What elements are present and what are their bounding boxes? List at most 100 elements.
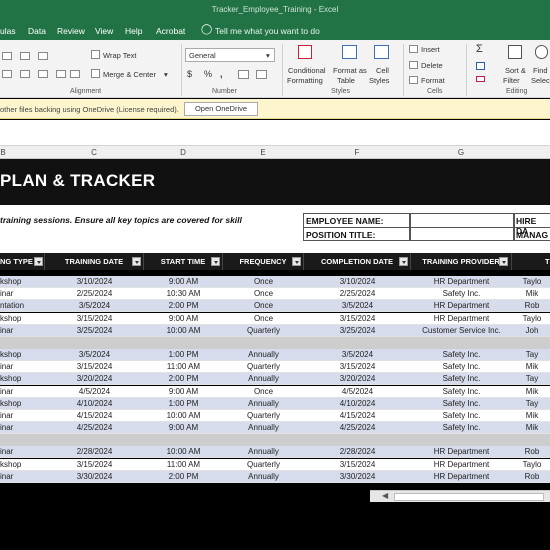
cell-start-time[interactable]: 10:00 AM — [144, 410, 223, 422]
cell-styles-button[interactable]: Cell — [376, 66, 389, 75]
wrap-text-button[interactable]: Wrap Text — [103, 51, 137, 60]
cell-training-type[interactable]: inar — [0, 361, 45, 373]
table-row[interactable]: kshop 4/10/2024 1:00 PM Annually 4/10/2024 Sa… — [0, 397, 550, 410]
cell-training-provider[interactable]: Safety Inc. — [411, 361, 512, 373]
autosum-icon[interactable]: Σ — [476, 43, 483, 55]
cell-frequency[interactable]: Quarterly — [223, 361, 304, 373]
align-right-icon[interactable] — [38, 70, 48, 78]
cell-trainer[interactable]: Rob — [512, 471, 550, 483]
cell-training-provider[interactable]: HR Department — [411, 446, 512, 458]
fill-icon[interactable] — [476, 62, 485, 70]
column-header-f[interactable]: F — [304, 148, 410, 157]
header-training-date[interactable]: TRAINING DATE — [45, 253, 144, 270]
cell-training-provider[interactable]: Safety Inc. — [411, 422, 512, 434]
filter-dropdown-icon[interactable] — [132, 257, 141, 266]
filter-dropdown-icon[interactable] — [211, 257, 220, 266]
formula-bar[interactable] — [0, 120, 550, 146]
format-as-table-button[interactable]: Format as — [333, 66, 367, 75]
cell-trainer[interactable]: Tay — [512, 349, 550, 361]
clear-icon[interactable] — [476, 76, 485, 82]
column-header-e[interactable]: E — [223, 148, 303, 157]
cell-start-time[interactable]: 11:00 AM — [144, 459, 223, 471]
cell-completion-date[interactable]: 4/25/2024 — [304, 422, 411, 434]
cell-training-type[interactable]: inar — [0, 410, 45, 422]
cell-training-date[interactable]: 3/20/2024 — [45, 373, 144, 385]
cell-trainer[interactable]: Taylo — [512, 276, 550, 288]
table-row[interactable]: kshop 3/20/2024 2:00 PM Annually 3/20/2024 Sa… — [0, 373, 550, 386]
tell-me-search[interactable]: Tell me what you want to do — [215, 26, 320, 36]
orientation-icon[interactable] — [38, 52, 48, 60]
cell-training-provider[interactable]: HR Department — [411, 459, 512, 471]
filter-dropdown-icon[interactable] — [292, 257, 301, 266]
cell-training-date[interactable]: 3/5/2024 — [45, 300, 144, 312]
align-center-icon[interactable] — [20, 70, 30, 78]
cell-completion-date[interactable]: 3/5/2024 — [304, 349, 411, 361]
align-left-icon[interactable] — [2, 70, 12, 78]
instructions-text[interactable]: training sessions. Ensure all key topics… — [0, 215, 242, 225]
table-row[interactable]: inar 2/25/2024 10:30 AM Once 2/25/2024 Safety… — [0, 288, 550, 301]
horizontal-scrollbar[interactable]: ◀ — [370, 490, 550, 502]
cell-frequency[interactable]: Once — [223, 313, 304, 325]
cell-training-date[interactable]: 2/28/2024 — [45, 446, 144, 458]
cell-frequency[interactable]: Once — [223, 276, 304, 288]
cell-training-date[interactable]: 4/10/2024 — [45, 398, 144, 410]
cell-trainer[interactable]: Mik — [512, 422, 550, 434]
tab-review[interactable]: Review — [57, 26, 85, 36]
cell-completion-date[interactable]: 2/25/2024 — [304, 288, 411, 300]
cell-training-date[interactable]: 4/15/2024 — [45, 410, 144, 422]
cell-trainer[interactable]: Taylo — [512, 459, 550, 471]
cell-completion-date[interactable]: 3/5/2024 — [304, 300, 411, 312]
decrease-indent-icon[interactable] — [56, 70, 66, 78]
table-row[interactable]: ntation 3/5/2024 2:00 PM Once 3/5/2024 HR Dep… — [0, 300, 550, 313]
cell-start-time[interactable]: 11:00 AM — [144, 361, 223, 373]
cell-training-type[interactable]: kshop — [0, 313, 45, 325]
header-trainer[interactable]: TR — [512, 253, 550, 270]
cell-trainer[interactable]: Mik — [512, 361, 550, 373]
cell-training-provider[interactable]: HR Department — [411, 276, 512, 288]
column-header-c[interactable]: C — [45, 148, 143, 157]
cell-frequency[interactable]: Once — [223, 386, 304, 398]
tab-acrobat[interactable]: Acrobat — [156, 26, 185, 36]
cell-start-time[interactable]: 10:00 AM — [144, 325, 223, 337]
table-row[interactable]: inar 4/15/2024 10:00 AM Quarterly 4/15/2024 S… — [0, 410, 550, 422]
table-row[interactable]: inar 3/30/2024 2:00 PM Annually 3/30/2024 HR … — [0, 470, 550, 483]
format-button[interactable]: Format — [421, 76, 445, 85]
sort-filter-button[interactable]: Sort & — [505, 66, 526, 75]
table-row[interactable]: inar 4/5/2024 9:00 AM Once 4/5/2024 Safety In… — [0, 385, 550, 398]
cell-completion-date[interactable]: 4/5/2024 — [304, 386, 411, 398]
cell-training-type[interactable]: kshop — [0, 373, 45, 385]
tab-help[interactable]: Help — [125, 26, 142, 36]
sheet-title[interactable]: PLAN & TRACKER — [0, 171, 155, 191]
cell-completion-date[interactable]: 4/15/2024 — [304, 410, 411, 422]
cell-trainer[interactable]: Taylo — [512, 313, 550, 325]
cell-start-time[interactable]: 10:30 AM — [144, 288, 223, 300]
cell-completion-date[interactable]: 3/10/2024 — [304, 276, 411, 288]
cell-trainer[interactable]: Tay — [512, 398, 550, 410]
cell-start-time[interactable]: 9:00 AM — [144, 276, 223, 288]
cell-start-time[interactable]: 1:00 PM — [144, 349, 223, 361]
cell-frequency[interactable]: Annually — [223, 422, 304, 434]
scrollbar-thumb[interactable] — [394, 493, 544, 501]
table-row[interactable]: kshop 3/15/2024 11:00 AM Quarterly 3/15/2024… — [0, 458, 550, 471]
align-middle-icon[interactable] — [20, 52, 30, 60]
cell-training-provider[interactable]: HR Department — [411, 313, 512, 325]
cell-training-date[interactable]: 3/15/2024 — [45, 313, 144, 325]
cell-completion-date[interactable]: 3/15/2024 — [304, 361, 411, 373]
cell-training-date[interactable]: 4/5/2024 — [45, 386, 144, 398]
cell-training-provider[interactable]: HR Department — [411, 471, 512, 483]
align-top-icon[interactable] — [2, 52, 12, 60]
merge-dropdown-chevron-icon[interactable]: ▾ — [164, 70, 168, 79]
filter-dropdown-icon[interactable] — [499, 257, 508, 266]
cell-frequency[interactable]: Annually — [223, 373, 304, 385]
currency-icon[interactable]: $ — [187, 69, 192, 79]
cell-frequency[interactable]: Quarterly — [223, 325, 304, 337]
column-header-d[interactable]: D — [144, 148, 222, 157]
tab-data[interactable]: Data — [28, 26, 46, 36]
cell-trainer[interactable]: Mik — [512, 386, 550, 398]
cell-training-date[interactable]: 3/30/2024 — [45, 471, 144, 483]
tab-view[interactable]: View — [95, 26, 113, 36]
cell-training-type[interactable]: inar — [0, 446, 45, 458]
cell-start-time[interactable]: 2:00 PM — [144, 300, 223, 312]
tab-formulas[interactable]: ulas — [0, 26, 16, 36]
table-row[interactable]: kshop 3/5/2024 1:00 PM Annually 3/5/2024 Safe… — [0, 349, 550, 361]
